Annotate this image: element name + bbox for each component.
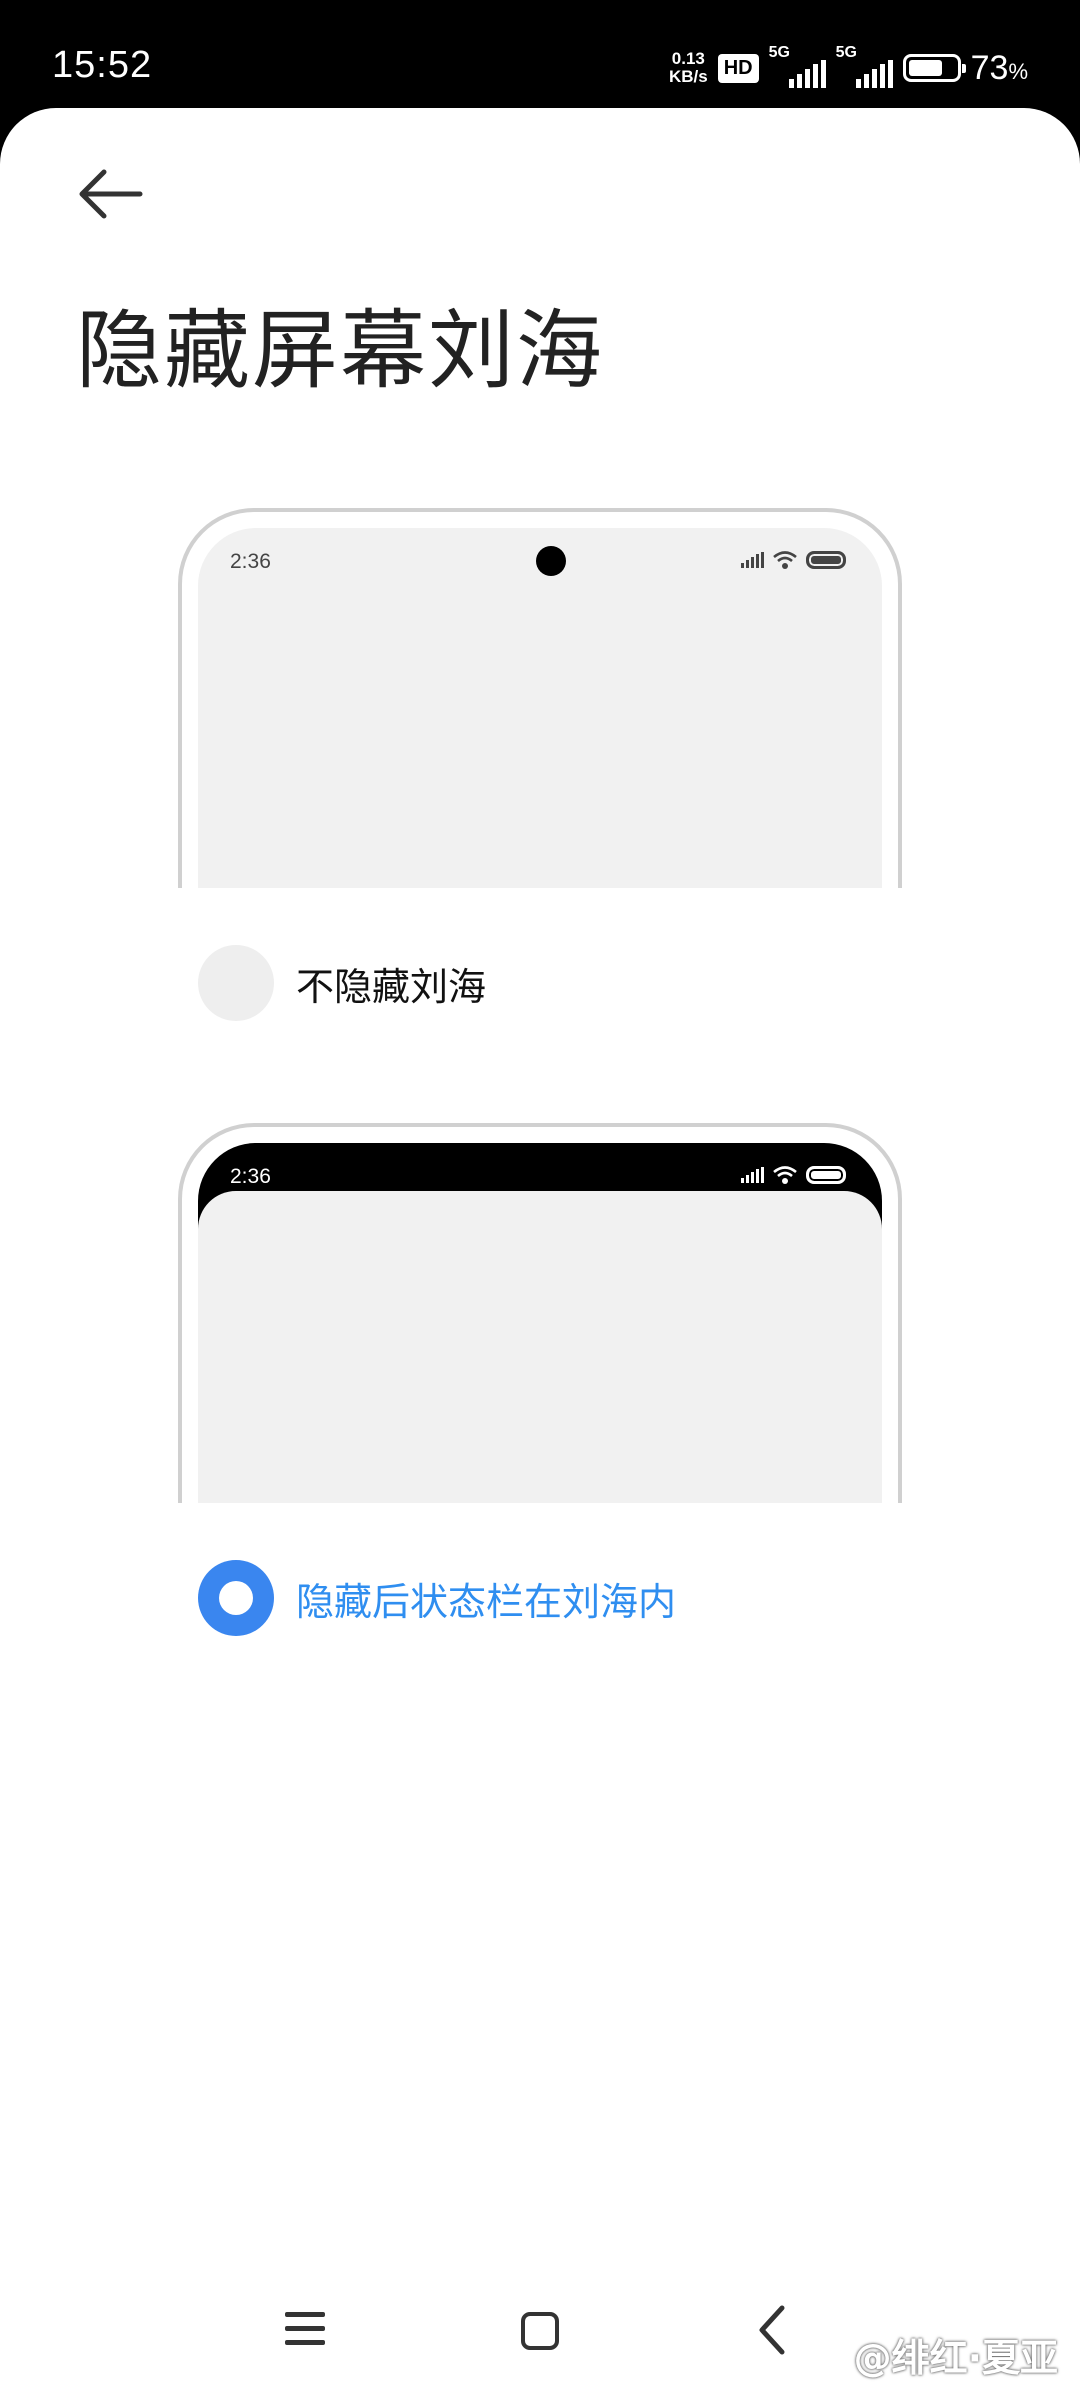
preview-content-area [198, 1191, 882, 1503]
home-square-icon[interactable] [521, 2312, 559, 2350]
option-label: 不隐藏刘海 [296, 964, 487, 1009]
preview-screen: 2:36 [198, 528, 882, 888]
hd-voice-badge: HD [717, 53, 759, 83]
network-speed: 0.13 KB/s [669, 50, 708, 86]
option-label: 隐藏后状态栏在刘海内 [296, 1579, 677, 1624]
radio-unselected[interactable] [198, 945, 274, 1021]
settings-page: 隐藏屏幕刘海 2:36 不隐藏刘海 2:36 隐藏后状态栏在刘海内 @绯红·夏亚 [0, 108, 1080, 2400]
preview-hide-notch[interactable]: 2:36 [178, 1123, 902, 1503]
status-bar: 15:52 0.13 KB/s HD 5G 5G 73% [0, 0, 1080, 110]
sim2-signal-icon: 5G [836, 44, 893, 88]
battery-icon [902, 54, 966, 82]
radio-selected[interactable] [198, 1560, 274, 1636]
preview-signal-icon [741, 552, 764, 568]
option-hide-notch[interactable]: 隐藏后状态栏在刘海内 [198, 1560, 676, 1636]
preview-screen: 2:36 [198, 1143, 882, 1503]
network-speed-unit: KB/s [668, 67, 708, 86]
sim1-signal-icon: 5G [769, 44, 826, 88]
watermark: @绯红·夏亚 [853, 2336, 1058, 2380]
navigation-bar: @绯红·夏亚 [0, 2270, 1080, 2400]
option-show-notch[interactable]: 不隐藏刘海 [198, 945, 486, 1021]
status-icons: 0.13 KB/s HD 5G 5G 73% [669, 44, 1028, 92]
page-title: 隐藏屏幕刘海 [76, 301, 604, 401]
preview-battery-icon [806, 1166, 846, 1184]
arrow-left-icon [79, 169, 143, 219]
menu-icon[interactable] [285, 2312, 325, 2352]
battery-percent: 73% [970, 48, 1028, 87]
network-speed-value: 0.13 [671, 49, 705, 68]
preview-status-icons [741, 550, 846, 570]
back-chevron-icon[interactable] [752, 2300, 792, 2360]
preview-time: 2:36 [230, 1165, 271, 1188]
preview-time: 2:36 [230, 550, 271, 573]
preview-show-notch[interactable]: 2:36 [178, 508, 902, 888]
camera-hole [536, 546, 566, 576]
preview-status-icons [741, 1165, 846, 1185]
back-button[interactable] [74, 158, 146, 230]
sim2-network-type: 5G [835, 44, 857, 61]
sim1-network-type: 5G [768, 44, 790, 61]
preview-wifi-icon [773, 1166, 797, 1184]
preview-signal-icon [741, 1167, 764, 1183]
preview-wifi-icon [773, 551, 797, 569]
status-time: 15:52 [52, 44, 153, 86]
preview-battery-icon [806, 551, 846, 569]
